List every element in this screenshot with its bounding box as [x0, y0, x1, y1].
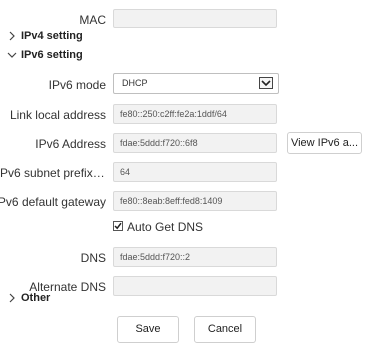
cancel-button[interactable]: Cancel	[194, 316, 256, 343]
mac-field[interactable]	[113, 9, 277, 28]
link-local-field[interactable]: fe80::250:c2ff:fe2a:1ddf/64	[113, 104, 277, 124]
auto-dns-checkbox[interactable]	[113, 221, 123, 231]
subnet-prefix-label: Pv6 subnet prefix len...	[0, 166, 106, 180]
default-gateway-field[interactable]: fe80::8eab:8eff:fed8:1409	[113, 191, 277, 211]
view-ipv6-address-button[interactable]: View IPv6 a...	[287, 132, 362, 154]
link-local-label: Link local address	[9, 108, 106, 122]
ipv6-address-label: IPv6 Address	[35, 137, 106, 151]
ipv6-address-field[interactable]: fdae:5ddd:f720::6f8	[113, 133, 277, 153]
ipv6-mode-select[interactable]: DHCP	[113, 73, 279, 94]
chevron-down-icon	[7, 52, 17, 58]
subnet-prefix-field[interactable]: 64	[113, 162, 277, 182]
chevron-right-icon	[9, 31, 15, 41]
dns-label: DNS	[80, 251, 106, 265]
select-dropdown-button[interactable]	[259, 77, 273, 89]
dns-field[interactable]: fdae:5ddd:f720::2	[113, 247, 277, 267]
other-setting-title: Other	[21, 292, 51, 304]
mac-label: MAC	[79, 13, 106, 27]
chevron-down-icon	[261, 80, 271, 87]
ipv4-setting-title: IPv4 setting	[21, 30, 83, 42]
save-button[interactable]: Save	[117, 316, 179, 343]
alternate-dns-field[interactable]	[113, 276, 277, 296]
chevron-right-icon	[9, 293, 15, 303]
ipv4-setting-header[interactable]: IPv4 setting	[6, 30, 83, 42]
checkmark-icon	[114, 222, 122, 230]
ipv6-mode-label: IPv6 mode	[48, 78, 106, 92]
ipv6-setting-title: IPv6 setting	[21, 49, 83, 61]
other-setting-header[interactable]: Other	[6, 292, 50, 304]
auto-dns-label: Auto Get DNS	[127, 220, 204, 234]
default-gateway-label: IPv6 default gateway	[0, 195, 106, 209]
ipv6-setting-header[interactable]: IPv6 setting	[6, 49, 83, 61]
ipv6-mode-value: DHCP	[122, 78, 148, 88]
